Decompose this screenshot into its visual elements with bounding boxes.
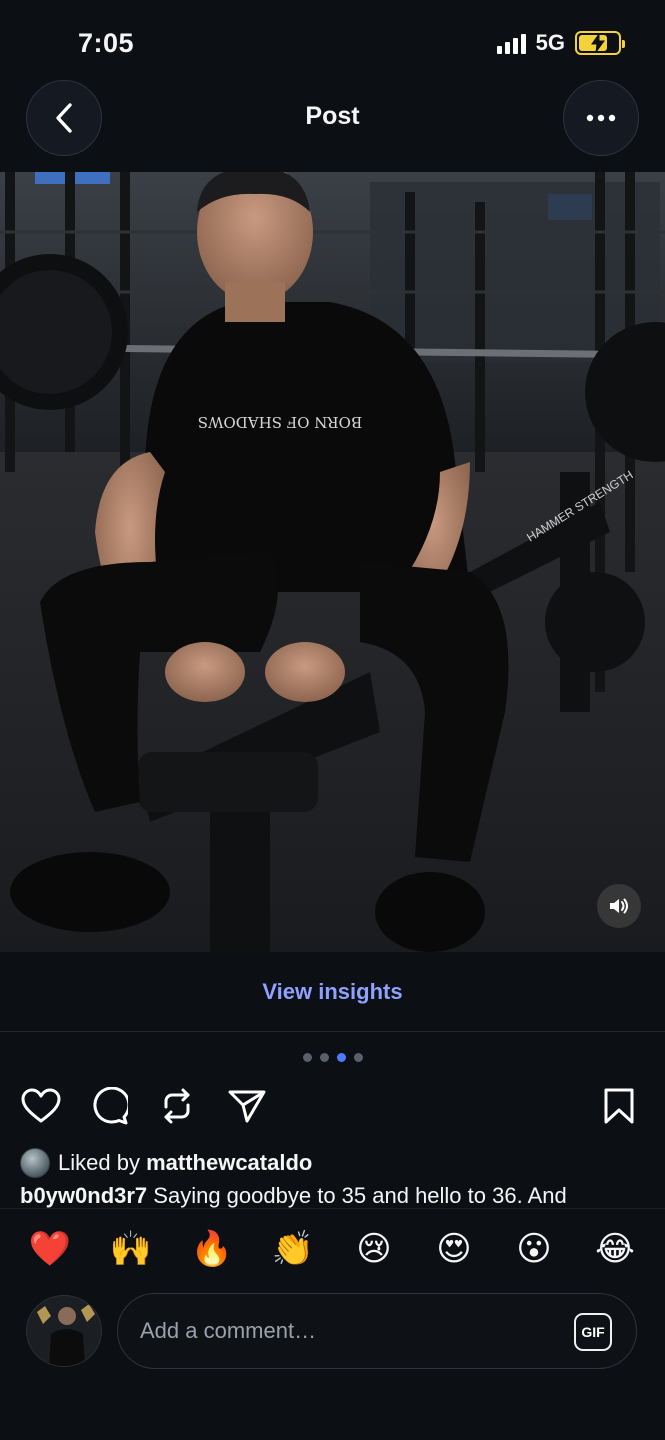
quick-reactions: ❤️ 🙌 🔥 👏 😢 😍 😮 😂 (0, 1208, 665, 1288)
status-bar: 7:05 5G (0, 0, 665, 80)
carousel-dot (319, 1053, 329, 1062)
gif-button[interactable]: GIF (574, 1313, 612, 1351)
comment-placeholder: Add a comment… (140, 1318, 317, 1343)
post-caption: b0yw0nd3r7 Saying goodbye to 35 and hell… (20, 1183, 650, 1209)
share-button[interactable] (226, 1085, 268, 1127)
comment-icon (93, 1087, 128, 1125)
repost-icon (164, 1088, 190, 1124)
caption-username[interactable]: b0yw0nd3r7 (20, 1183, 147, 1208)
reaction-laughing[interactable]: 😂 (593, 1227, 637, 1271)
post-actions (0, 1085, 665, 1127)
send-icon (228, 1090, 266, 1123)
battery-icon (575, 31, 625, 55)
status-indicators: 5G (496, 30, 625, 56)
signal-icon (496, 32, 526, 54)
reaction-heart-eyes[interactable]: 😍 (432, 1227, 476, 1271)
carousel-indicator (0, 1053, 665, 1062)
reaction-raised-hands[interactable]: 🙌 (109, 1227, 153, 1271)
reaction-heart[interactable]: ❤️ (28, 1227, 72, 1271)
svg-text:BORN OF SHADOWS: BORN OF SHADOWS (198, 413, 362, 431)
post-photo: BORN OF SHADOWS HAMMER STRENGTH (0, 172, 665, 952)
insights-bar: View insights (0, 952, 665, 1032)
liker-avatar (20, 1148, 50, 1178)
carousel-dot (302, 1053, 312, 1062)
post-media[interactable]: BORN OF SHADOWS HAMMER STRENGTH (0, 172, 665, 952)
repost-button[interactable] (156, 1085, 198, 1127)
liked-by-row[interactable]: Liked by matthewcataldo (20, 1148, 312, 1178)
sound-toggle-button[interactable] (597, 884, 641, 928)
status-time: 7:05 (78, 28, 135, 58)
view-insights-link[interactable]: View insights (262, 979, 402, 1005)
carousel-dot-active (336, 1053, 346, 1062)
top-nav: Post (0, 80, 665, 156)
comment-input[interactable]: Add a comment… GIF (117, 1293, 637, 1369)
comment-bar: Add a comment… GIF (0, 1293, 665, 1369)
bookmark-icon (604, 1088, 634, 1124)
reaction-clap[interactable]: 👏 (271, 1227, 315, 1271)
heart-icon (21, 1088, 61, 1123)
like-button[interactable] (20, 1085, 62, 1127)
ellipsis-icon (586, 114, 616, 122)
comment-button[interactable] (88, 1085, 130, 1127)
reaction-surprised[interactable]: 😮 (512, 1227, 556, 1271)
reaction-crying[interactable]: 😢 (352, 1227, 396, 1271)
network-type: 5G (535, 30, 565, 55)
carousel-dot (353, 1053, 363, 1062)
avatar (26, 1295, 102, 1367)
save-button[interactable] (598, 1085, 640, 1127)
more-options-button[interactable] (563, 80, 639, 156)
liked-by-username[interactable]: matthewcataldo (146, 1150, 312, 1176)
liked-by-prefix: Liked by (58, 1150, 140, 1175)
caption-text: Saying goodbye to 35 and hello to 36. An… (153, 1183, 567, 1208)
speaker-icon (610, 898, 628, 914)
reaction-fire[interactable]: 🔥 (190, 1227, 234, 1271)
